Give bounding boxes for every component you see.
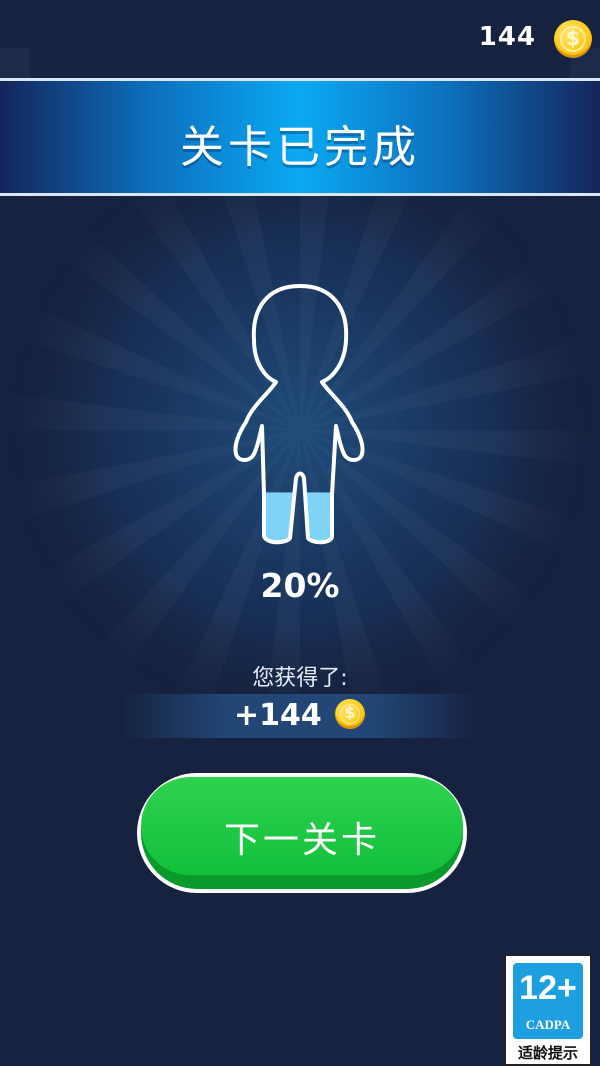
next-level-button-label: 下一关卡 xyxy=(223,820,380,861)
reward-label: 您获得了: xyxy=(252,666,348,691)
next-level-button[interactable]: 下一关卡 xyxy=(137,773,467,893)
age-rating-number: 12+ xyxy=(519,969,577,1007)
reward-amount: +144 xyxy=(234,698,322,733)
fill-level xyxy=(235,492,363,543)
banner-title: 关卡已完成 xyxy=(180,122,420,173)
coin-icon: $ xyxy=(554,20,592,58)
age-rating-badge: 12+ CADPA 适龄提示 xyxy=(504,954,592,1066)
age-rating-hint: 适龄提示 xyxy=(517,1044,578,1062)
next-level-button-face: 下一关卡 xyxy=(141,777,463,875)
top-bar: 144 $ xyxy=(0,0,600,136)
fill-percent-text: 20% xyxy=(260,566,340,605)
age-rating-org: CADPA xyxy=(525,1017,571,1032)
reward-coin-icon: $ xyxy=(335,699,365,729)
next-level-button-base: 下一关卡 xyxy=(141,777,463,889)
coin-count: 144 xyxy=(478,22,536,52)
level-complete-banner: 关卡已完成 xyxy=(0,78,600,196)
character-fill-figure xyxy=(233,284,365,545)
age-rating-box: 12+ CADPA xyxy=(513,963,583,1039)
